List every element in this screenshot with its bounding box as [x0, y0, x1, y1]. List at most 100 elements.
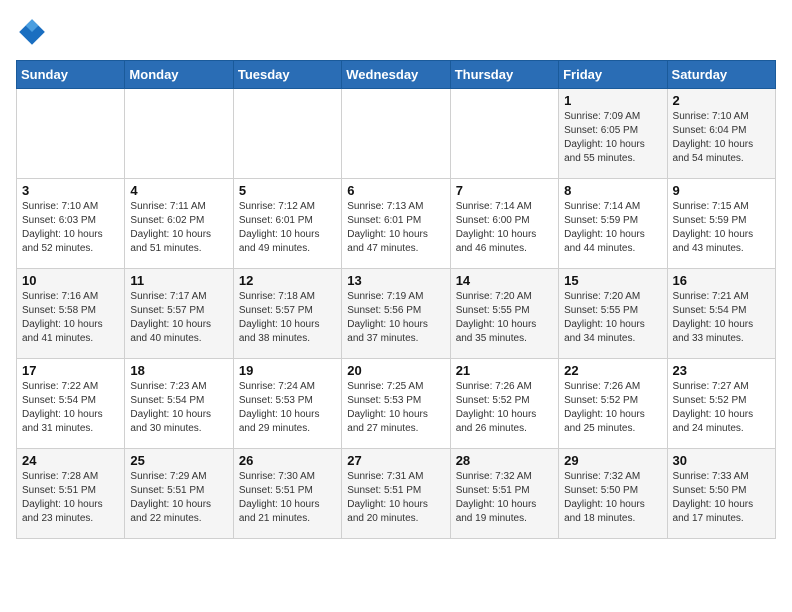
calendar-week-row: 3 Sunrise: 7:10 AM Sunset: 6:03 PM Daylig… — [17, 179, 776, 269]
calendar-cell: 19Sunrise: 7:24 AM Sunset: 5:53 PM Dayli… — [233, 359, 341, 449]
day-info: Sunrise: 7:28 AM Sunset: 5:51 PM Dayligh… — [22, 470, 119, 526]
calendar-table: SundayMondayTuesdayWednesdayThursdayFrid… — [16, 60, 776, 539]
calendar-cell: 25 Sunrise: 7:29 AM Sunset: 5:51 PM Dayli… — [125, 449, 233, 539]
day-info: Sunrise: 7:09 AM Sunset: 6:05 PM Dayligh… — [564, 110, 661, 166]
day-number: 6 — [347, 183, 444, 198]
day-number: 3 — [22, 183, 119, 198]
calendar-cell: 30 Sunrise: 7:33 AM Sunset: 5:50 PM Dayli… — [667, 449, 775, 539]
day-info: Sunrise: 7:31 AM Sunset: 5:51 PM Dayligh… — [347, 470, 444, 526]
calendar-cell: 21 Sunrise: 7:26 AM Sunset: 5:52 PM Dayli… — [450, 359, 558, 449]
calendar-cell: 1Sunrise: 7:09 AM Sunset: 6:05 PM Daylig… — [559, 89, 667, 179]
day-info: Sunrise: 7:17 AM Sunset: 5:57 PM Dayligh… — [130, 290, 227, 346]
calendar-cell: 13 Sunrise: 7:19 AM Sunset: 5:56 PM Dayli… — [342, 269, 450, 359]
day-number: 7 — [456, 183, 553, 198]
day-info: Sunrise: 7:18 AM Sunset: 5:57 PM Dayligh… — [239, 290, 336, 346]
day-info: Sunrise: 7:12 AM Sunset: 6:01 PM Dayligh… — [239, 200, 336, 256]
calendar-week-row: 24 Sunrise: 7:28 AM Sunset: 5:51 PM Dayli… — [17, 449, 776, 539]
day-info: Sunrise: 7:26 AM Sunset: 5:52 PM Dayligh… — [564, 380, 661, 436]
day-info: Sunrise: 7:14 AM Sunset: 5:59 PM Dayligh… — [564, 200, 661, 256]
day-info: Sunrise: 7:14 AM Sunset: 6:00 PM Dayligh… — [456, 200, 553, 256]
day-info: Sunrise: 7:30 AM Sunset: 5:51 PM Dayligh… — [239, 470, 336, 526]
calendar-cell: 5 Sunrise: 7:12 AM Sunset: 6:01 PM Daylig… — [233, 179, 341, 269]
calendar-cell: 2Sunrise: 7:10 AM Sunset: 6:04 PM Daylig… — [667, 89, 775, 179]
day-number: 29 — [564, 453, 661, 468]
day-number: 10 — [22, 273, 119, 288]
day-number: 18 — [130, 363, 227, 378]
day-number: 24 — [22, 453, 119, 468]
day-number: 14 — [456, 273, 553, 288]
day-info: Sunrise: 7:21 AM Sunset: 5:54 PM Dayligh… — [673, 290, 770, 346]
day-number: 26 — [239, 453, 336, 468]
day-number: 16 — [673, 273, 770, 288]
page-header — [16, 16, 776, 48]
day-number: 11 — [130, 273, 227, 288]
calendar-body: 1Sunrise: 7:09 AM Sunset: 6:05 PM Daylig… — [17, 89, 776, 539]
day-info: Sunrise: 7:33 AM Sunset: 5:50 PM Dayligh… — [673, 470, 770, 526]
calendar-cell: 12 Sunrise: 7:18 AM Sunset: 5:57 PM Dayli… — [233, 269, 341, 359]
day-header: Thursday — [450, 61, 558, 89]
calendar-cell: 26 Sunrise: 7:30 AM Sunset: 5:51 PM Dayli… — [233, 449, 341, 539]
calendar-cell — [17, 89, 125, 179]
day-number: 13 — [347, 273, 444, 288]
logo-icon — [16, 16, 48, 48]
day-header: Tuesday — [233, 61, 341, 89]
calendar-cell: 20Sunrise: 7:25 AM Sunset: 5:53 PM Dayli… — [342, 359, 450, 449]
calendar-cell: 22 Sunrise: 7:26 AM Sunset: 5:52 PM Dayli… — [559, 359, 667, 449]
day-info: Sunrise: 7:24 AM Sunset: 5:53 PM Dayligh… — [239, 380, 336, 436]
day-info: Sunrise: 7:29 AM Sunset: 5:51 PM Dayligh… — [130, 470, 227, 526]
day-info: Sunrise: 7:13 AM Sunset: 6:01 PM Dayligh… — [347, 200, 444, 256]
day-number: 30 — [673, 453, 770, 468]
day-number: 8 — [564, 183, 661, 198]
calendar-cell: 14 Sunrise: 7:20 AM Sunset: 5:55 PM Dayli… — [450, 269, 558, 359]
day-info: Sunrise: 7:11 AM Sunset: 6:02 PM Dayligh… — [130, 200, 227, 256]
calendar-cell: 24 Sunrise: 7:28 AM Sunset: 5:51 PM Dayli… — [17, 449, 125, 539]
calendar-cell: 6 Sunrise: 7:13 AM Sunset: 6:01 PM Daylig… — [342, 179, 450, 269]
day-info: Sunrise: 7:15 AM Sunset: 5:59 PM Dayligh… — [673, 200, 770, 256]
day-header: Monday — [125, 61, 233, 89]
day-number: 25 — [130, 453, 227, 468]
day-info: Sunrise: 7:20 AM Sunset: 5:55 PM Dayligh… — [456, 290, 553, 346]
day-info: Sunrise: 7:32 AM Sunset: 5:51 PM Dayligh… — [456, 470, 553, 526]
day-info: Sunrise: 7:16 AM Sunset: 5:58 PM Dayligh… — [22, 290, 119, 346]
day-info: Sunrise: 7:10 AM Sunset: 6:03 PM Dayligh… — [22, 200, 119, 256]
day-number: 28 — [456, 453, 553, 468]
day-info: Sunrise: 7:26 AM Sunset: 5:52 PM Dayligh… — [456, 380, 553, 436]
day-number: 21 — [456, 363, 553, 378]
day-number: 12 — [239, 273, 336, 288]
day-number: 27 — [347, 453, 444, 468]
day-info: Sunrise: 7:23 AM Sunset: 5:54 PM Dayligh… — [130, 380, 227, 436]
day-info: Sunrise: 7:32 AM Sunset: 5:50 PM Dayligh… — [564, 470, 661, 526]
day-header: Saturday — [667, 61, 775, 89]
day-header: Friday — [559, 61, 667, 89]
calendar-cell: 17 Sunrise: 7:22 AM Sunset: 5:54 PM Dayli… — [17, 359, 125, 449]
calendar-cell: 7 Sunrise: 7:14 AM Sunset: 6:00 PM Daylig… — [450, 179, 558, 269]
logo — [16, 16, 52, 48]
calendar-cell: 4 Sunrise: 7:11 AM Sunset: 6:02 PM Daylig… — [125, 179, 233, 269]
day-number: 9 — [673, 183, 770, 198]
calendar-week-row: 10 Sunrise: 7:16 AM Sunset: 5:58 PM Dayli… — [17, 269, 776, 359]
calendar-cell: 11 Sunrise: 7:17 AM Sunset: 5:57 PM Dayli… — [125, 269, 233, 359]
day-number: 4 — [130, 183, 227, 198]
day-number: 22 — [564, 363, 661, 378]
day-number: 15 — [564, 273, 661, 288]
calendar-header: SundayMondayTuesdayWednesdayThursdayFrid… — [17, 61, 776, 89]
day-number: 17 — [22, 363, 119, 378]
calendar-cell: 23Sunrise: 7:27 AM Sunset: 5:52 PM Dayli… — [667, 359, 775, 449]
calendar-cell: 8 Sunrise: 7:14 AM Sunset: 5:59 PM Daylig… — [559, 179, 667, 269]
day-info: Sunrise: 7:27 AM Sunset: 5:52 PM Dayligh… — [673, 380, 770, 436]
calendar-cell: 29 Sunrise: 7:32 AM Sunset: 5:50 PM Dayli… — [559, 449, 667, 539]
calendar-cell: 18 Sunrise: 7:23 AM Sunset: 5:54 PM Dayli… — [125, 359, 233, 449]
calendar-cell — [342, 89, 450, 179]
calendar-cell: 10 Sunrise: 7:16 AM Sunset: 5:58 PM Dayli… — [17, 269, 125, 359]
calendar-cell — [125, 89, 233, 179]
calendar-cell — [450, 89, 558, 179]
calendar-cell: 27 Sunrise: 7:31 AM Sunset: 5:51 PM Dayli… — [342, 449, 450, 539]
day-info: Sunrise: 7:22 AM Sunset: 5:54 PM Dayligh… — [22, 380, 119, 436]
day-number: 5 — [239, 183, 336, 198]
day-number: 2 — [673, 93, 770, 108]
calendar-cell: 15Sunrise: 7:20 AM Sunset: 5:55 PM Dayli… — [559, 269, 667, 359]
day-header: Sunday — [17, 61, 125, 89]
day-info: Sunrise: 7:19 AM Sunset: 5:56 PM Dayligh… — [347, 290, 444, 346]
day-header: Wednesday — [342, 61, 450, 89]
calendar-cell: 28 Sunrise: 7:32 AM Sunset: 5:51 PM Dayli… — [450, 449, 558, 539]
